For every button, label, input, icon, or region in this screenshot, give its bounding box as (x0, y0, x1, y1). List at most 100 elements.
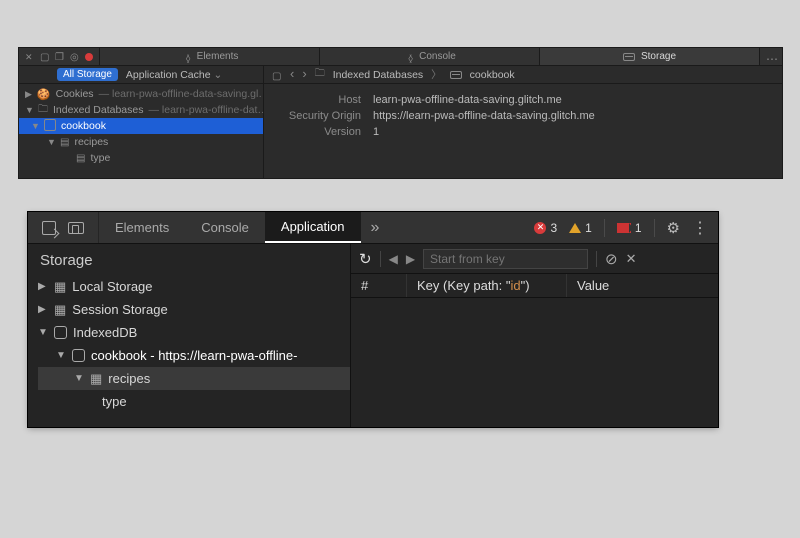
sidebar-local-storage[interactable]: ▶ Local Storage (38, 275, 350, 298)
count: 3 (550, 221, 557, 235)
detail-key-origin: Security Origin (278, 110, 373, 122)
tree-label: recipes (74, 136, 108, 148)
idb-rows-empty (351, 298, 718, 427)
tree-host: — learn-pwa-offline-dat… (148, 104, 263, 116)
db-details: Host learn-pwa-offline-data-saving.glitc… (264, 84, 782, 148)
tab-overflow[interactable]: » (361, 212, 390, 243)
label: Session Storage (72, 302, 167, 317)
filter-app-cache[interactable]: Application Cache (126, 69, 222, 81)
overflow[interactable] (760, 48, 782, 65)
sidebar-heading: Storage (40, 252, 350, 269)
storage-tree: ▶ Cookies — learn-pwa-offline-data-savin… (19, 84, 263, 168)
tab-elements[interactable]: Elements (100, 48, 320, 65)
table-icon (60, 136, 69, 148)
disclosure-icon: ▼ (56, 350, 66, 361)
warning-icon (569, 223, 581, 233)
close-icon[interactable] (25, 52, 35, 62)
storage-icon (54, 302, 66, 318)
label: recipes (108, 371, 150, 386)
warning-count[interactable]: 1 (569, 221, 592, 235)
disclosure-icon: ▶ (38, 281, 48, 292)
database-icon (54, 326, 67, 339)
error-badge-icon[interactable] (85, 53, 93, 61)
top-tab-bar: Elements Console Storage (19, 48, 782, 66)
disclosure-icon: ▼ (25, 105, 33, 115)
count: 1 (585, 221, 592, 235)
menu-icon[interactable] (692, 218, 708, 238)
folder-icon (38, 102, 48, 119)
nav-forward-icon[interactable] (302, 69, 306, 81)
col-index[interactable]: # (351, 274, 407, 297)
storage-sidebar: All Storage Application Cache ▶ Cookies … (19, 66, 264, 178)
device-toolbar-icon[interactable] (68, 222, 84, 234)
settings-icon[interactable] (667, 219, 680, 237)
sidebar-indexeddb[interactable]: ▼ IndexedDB (38, 321, 350, 344)
disclosure-icon: ▼ (74, 373, 84, 384)
label: Local Storage (72, 279, 152, 294)
separator (654, 219, 655, 237)
elements-icon (181, 52, 191, 62)
disclosure-icon: ▼ (31, 121, 39, 131)
disclosure-icon: ▼ (47, 137, 55, 147)
error-count[interactable]: 3 (534, 221, 557, 235)
sidebar-db-cookbook[interactable]: ▼ cookbook - https://learn-pwa-offline- (38, 344, 350, 367)
key-prefix: Key (Key path: " (417, 278, 511, 293)
tab-console[interactable]: Console (185, 212, 265, 243)
start-from-key-input[interactable] (423, 249, 588, 269)
tab-bar-lead (28, 212, 99, 243)
database-icon (44, 119, 56, 134)
tree-host: — learn-pwa-offline-data-saving.gl… (99, 88, 263, 100)
detail-key-host: Host (278, 94, 373, 106)
dock-side-icon[interactable] (40, 52, 50, 62)
refresh-icon[interactable] (359, 250, 372, 268)
delete-selected-icon[interactable] (626, 251, 637, 267)
key-suffix: ") (521, 278, 530, 293)
tab-bar-right: 3 1 1 (524, 212, 718, 243)
detail-val-origin: https://learn-pwa-offline-data-saving.gl… (373, 110, 768, 122)
overflow-icon (766, 52, 776, 62)
page-prev-icon[interactable] (389, 251, 398, 266)
tree-index-type[interactable]: ▶ type (19, 150, 263, 166)
tab-storage[interactable]: Storage (540, 48, 760, 65)
storage-detail-pane: Indexed Databases 〉 cookbook Host learn-… (264, 66, 782, 178)
sidebar-index-type[interactable]: type (38, 390, 350, 413)
safari-devtools-panel: Elements Console Storage All Storage App… (19, 48, 782, 178)
cookie-icon (37, 88, 51, 101)
sidebar-session-storage[interactable]: ▶ Session Storage (38, 298, 350, 321)
tree-label: Cookies (56, 88, 94, 100)
tab-console[interactable]: Console (320, 48, 540, 65)
label: IndexedDB (73, 325, 137, 340)
disclosure-icon: ▼ (38, 327, 48, 338)
sidebar-toggle-icon[interactable] (272, 70, 282, 80)
crumb-db[interactable]: cookbook (470, 69, 515, 81)
issues-count[interactable]: 1 (617, 221, 642, 235)
console-icon (403, 52, 413, 62)
col-key[interactable]: Key (Key path: "id") (407, 274, 567, 297)
tab-application[interactable]: Application (265, 212, 361, 243)
sidebar-store-recipes[interactable]: ▼ recipes (38, 367, 350, 390)
tab-elements[interactable]: Elements (99, 212, 185, 243)
detail-val-host: learn-pwa-offline-data-saving.glitch.me (373, 94, 768, 106)
inspect-icon[interactable] (70, 52, 80, 62)
tree-label: type (90, 152, 110, 164)
nav-back-icon[interactable] (290, 69, 294, 81)
page-next-icon[interactable] (406, 251, 415, 266)
crumb-root[interactable]: Indexed Databases (333, 69, 423, 81)
top-tab-bar: Elements Console Application » 3 1 1 (28, 212, 718, 244)
label: cookbook - https://learn-pwa-offline- (91, 348, 297, 363)
crumb-separator: 〉 (431, 67, 442, 82)
application-main: # Key (Key path: "id") Value (351, 244, 718, 427)
tree-db-cookbook[interactable]: ▼ cookbook (19, 118, 263, 134)
tree-cookies[interactable]: ▶ Cookies — learn-pwa-offline-data-savin… (19, 86, 263, 102)
element-picker-icon[interactable] (42, 221, 56, 235)
tree-indexed-databases[interactable]: ▼ Indexed Databases — learn-pwa-offline-… (19, 102, 263, 118)
col-value[interactable]: Value (567, 274, 718, 297)
dock-bottom-icon[interactable] (55, 52, 65, 62)
filter-all-storage[interactable]: All Storage (57, 68, 118, 81)
clear-store-icon[interactable] (605, 250, 618, 268)
chrome-devtools-panel: Elements Console Application » 3 1 1 S (28, 212, 718, 427)
idb-toolbar (351, 244, 718, 274)
tree-store-recipes[interactable]: ▼ recipes (19, 134, 263, 150)
tab-label: Console (419, 51, 456, 62)
separator (596, 251, 597, 267)
